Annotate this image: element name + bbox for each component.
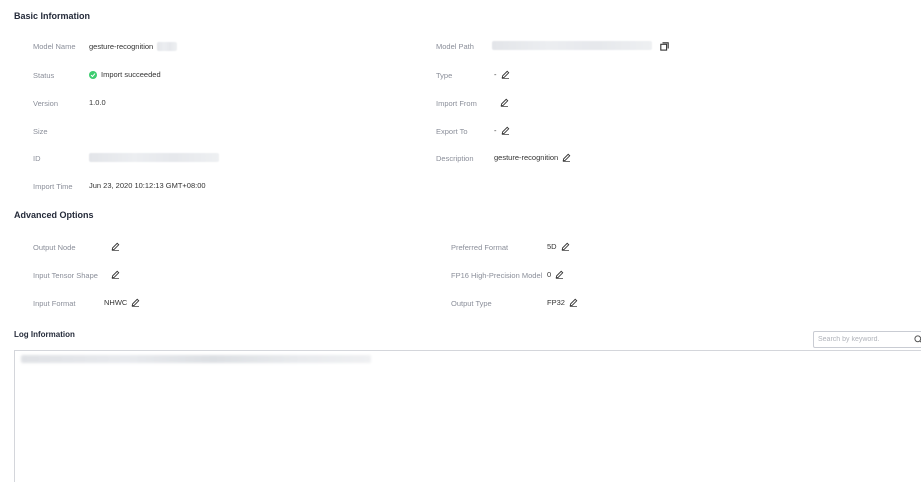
output-type-value: FP32 <box>547 298 578 307</box>
input-format-value: NHWC <box>104 298 140 307</box>
edit-export-to-icon[interactable] <box>501 126 510 135</box>
output-node-value <box>107 242 120 251</box>
size-label: Size <box>33 127 48 136</box>
export-to-text: - <box>494 126 497 135</box>
model-path-redacted <box>492 41 652 50</box>
log-output-area[interactable] <box>14 350 921 482</box>
log-line-redacted <box>21 355 371 363</box>
import-from-value <box>496 98 509 107</box>
preferred-format-label: Preferred Format <box>451 243 509 252</box>
log-search-input[interactable] <box>818 336 910 343</box>
status-text: Import succeeded <box>101 70 161 79</box>
import-time-label: Import Time <box>33 182 73 191</box>
description-text: gesture-recognition <box>494 153 559 162</box>
copy-icon[interactable] <box>660 42 669 51</box>
edit-description-icon[interactable] <box>562 153 571 162</box>
log-search-box[interactable] <box>813 331 921 348</box>
input-tensor-shape-value <box>107 270 120 279</box>
description-label: Description <box>436 154 474 163</box>
input-format-label: Input Format <box>33 299 76 308</box>
model-name-text: gesture-recognition <box>89 42 154 51</box>
output-type-text: FP32 <box>547 298 565 307</box>
edit-preferred-format-icon[interactable] <box>561 242 570 251</box>
basic-info-title: Basic Information <box>14 11 91 21</box>
fp16-label: FP16 High-Precision Model <box>451 271 543 280</box>
export-to-value: - <box>494 126 510 135</box>
version-label: Version <box>33 99 59 108</box>
model-name-value: gesture-recognition <box>89 42 178 51</box>
edit-output-node-icon[interactable] <box>111 242 120 251</box>
model-path-value <box>492 41 652 50</box>
edit-fp16-icon[interactable] <box>555 270 564 279</box>
status-value: Import succeeded <box>89 70 161 79</box>
check-circle-icon <box>89 70 97 79</box>
description-value: gesture-recognition <box>494 153 571 162</box>
preferred-format-value: 5D <box>547 242 570 251</box>
type-text: - <box>494 70 497 79</box>
export-to-label: Export To <box>436 127 468 136</box>
output-node-label: Output Node <box>33 243 76 252</box>
input-format-text: NHWC <box>104 298 128 307</box>
advanced-options-title: Advanced Options <box>14 210 94 220</box>
fp16-value: 0 <box>547 270 564 279</box>
type-value: - <box>494 70 510 79</box>
output-type-label: Output Type <box>451 299 492 308</box>
log-info-title: Log Information <box>14 330 75 339</box>
type-label: Type <box>436 71 453 80</box>
import-time-value: Jun 23, 2020 10:12:13 GMT+08:00 <box>89 181 206 190</box>
fp16-text: 0 <box>547 270 552 279</box>
edit-output-type-icon[interactable] <box>569 298 578 307</box>
input-tensor-shape-label: Input Tensor Shape <box>33 271 98 280</box>
edit-import-from-icon[interactable] <box>500 98 509 107</box>
preferred-format-text: 5D <box>547 242 557 251</box>
id-value <box>89 153 219 162</box>
status-label: Status <box>33 71 55 80</box>
edit-input-tensor-shape-icon[interactable] <box>111 270 120 279</box>
model-path-label: Model Path <box>436 42 474 51</box>
id-redacted <box>89 153 219 162</box>
model-name-redacted <box>157 42 178 51</box>
model-name-label: Model Name <box>33 42 76 51</box>
edit-type-icon[interactable] <box>501 70 510 79</box>
search-icon[interactable] <box>914 335 921 344</box>
version-value: 1.0.0 <box>89 98 106 107</box>
id-label: ID <box>33 154 41 163</box>
import-from-label: Import From <box>436 99 477 108</box>
edit-input-format-icon[interactable] <box>131 298 140 307</box>
